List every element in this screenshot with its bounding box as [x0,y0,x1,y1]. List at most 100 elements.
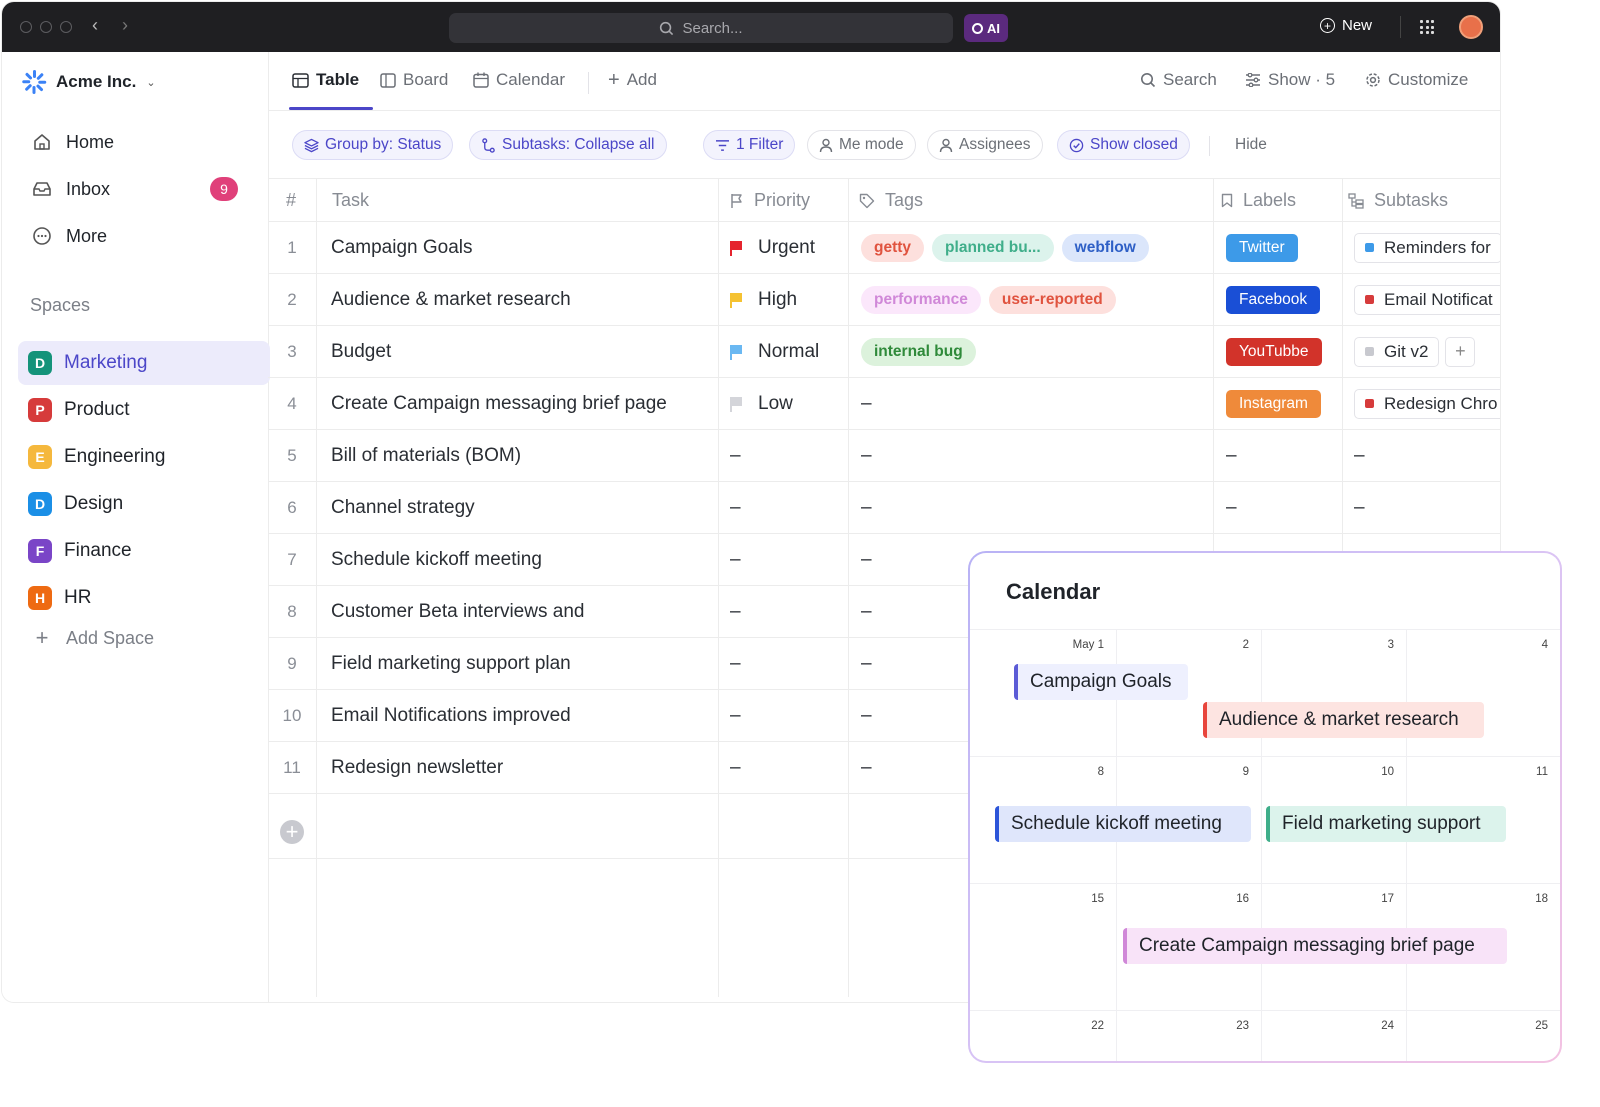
tag-pill[interactable]: user-reported [988,285,1116,314]
subtask-chip[interactable]: Reminders for [1354,232,1500,263]
tag-pill[interactable]: performance [861,285,981,314]
space-item-product[interactable]: P Product [18,388,270,432]
subtask-chip[interactable]: Email Notificat [1354,284,1500,315]
task-name[interactable]: Schedule kickoff meeting [331,533,542,586]
tags-empty[interactable]: – [861,689,872,742]
tab-calendar[interactable]: Calendar [473,70,565,90]
show-columns-button[interactable]: Show · 5 [1245,70,1335,90]
subtask-chip[interactable]: Git v2 [1354,336,1440,367]
calendar-event[interactable]: Schedule kickoff meeting [995,806,1251,842]
labels-empty[interactable]: – [1226,429,1237,482]
nav-more[interactable]: More [22,217,252,255]
subtasks-cell[interactable]: Reminders for [1354,221,1500,274]
table-row[interactable]: 4 Create Campaign messaging brief page Low… [268,377,1500,430]
tags-cell[interactable]: internal bug [861,325,984,378]
table-row[interactable]: 3 Budget Normal internal bug YouTubbe Git v2 + [268,325,1500,378]
subtasks-cell[interactable]: Email Notificat [1354,273,1500,326]
space-item-marketing[interactable]: D Marketing [18,341,270,385]
back-arrow-icon[interactable]: ‹ [92,15,98,36]
labels-empty[interactable]: – [1226,481,1237,534]
table-row[interactable]: 2 Audience & market research High performan… [268,273,1500,326]
add-circle-icon[interactable]: + [280,819,304,844]
tab-board[interactable]: Board [380,70,448,90]
group-by-chip[interactable]: Group by: Status [292,130,454,160]
task-name[interactable]: Channel strategy [331,481,475,534]
apps-grid-icon[interactable] [1420,20,1434,34]
nav-home[interactable]: Home [22,123,252,161]
tag-pill[interactable]: webflow [1061,233,1149,262]
tags-empty[interactable]: – [861,377,872,430]
workspace-switcher[interactable]: Acme Inc. ⌄ [22,70,156,94]
priority-empty[interactable]: – [730,481,741,534]
user-avatar[interactable] [1459,15,1483,39]
tags-empty[interactable]: – [861,637,872,690]
filter-chip[interactable]: 1 Filter [703,130,796,160]
col-header-labels[interactable]: Labels [1221,190,1296,211]
table-search-button[interactable]: Search [1140,70,1217,90]
subtasks-empty[interactable]: – [1354,429,1365,482]
calendar-event[interactable]: Campaign Goals [1014,664,1188,700]
show-closed-chip[interactable]: Show closed [1057,130,1190,160]
ai-button[interactable]: AI [964,14,1008,42]
add-view-button[interactable]: + Add [608,70,657,90]
task-name[interactable]: Email Notifications improved [331,689,571,742]
col-header-subtasks[interactable]: Subtasks [1348,190,1448,211]
window-minimize-button[interactable] [40,21,52,33]
subtasks-chip[interactable]: Subtasks: Collapse all [469,130,667,160]
space-item-design[interactable]: D Design [18,482,270,526]
add-subtask-button[interactable]: + [1445,336,1476,367]
table-row[interactable]: 6 Channel strategy – – – – [268,481,1500,534]
priority-empty[interactable]: – [730,741,741,794]
task-name[interactable]: Budget [331,325,391,378]
subtasks-cell[interactable]: Redesign Chro [1354,377,1500,430]
col-header-priority[interactable]: Priority [730,190,810,211]
tag-pill[interactable]: internal bug [861,337,976,366]
priority-cell[interactable]: Low [730,377,793,430]
priority-cell[interactable]: Urgent [730,221,815,274]
task-name[interactable]: Audience & market research [331,273,571,326]
labels-cell[interactable]: YouTubbe [1226,325,1322,378]
window-maximize-button[interactable] [60,21,72,33]
customize-button[interactable]: Customize [1365,70,1468,90]
tags-empty[interactable]: – [861,741,872,794]
tag-pill[interactable]: planned bu... [932,233,1054,262]
forward-arrow-icon[interactable]: › [122,15,128,36]
priority-cell[interactable]: High [730,273,797,326]
nav-inbox[interactable]: Inbox 9 [22,170,252,208]
task-name[interactable]: Bill of materials (BOM) [331,429,521,482]
tags-empty[interactable]: – [861,585,872,638]
task-name[interactable]: Customer Beta interviews and [331,585,584,638]
subtasks-cell[interactable]: Git v2 + [1354,325,1476,378]
calendar-event[interactable]: Create Campaign messaging brief page [1123,928,1507,964]
task-name[interactable]: Campaign Goals [331,221,473,274]
add-space-button[interactable]: + Add Space [22,619,252,657]
tags-empty[interactable]: – [861,481,872,534]
tag-pill[interactable]: getty [861,233,925,262]
table-row[interactable]: 5 Bill of materials (BOM) – – – – [268,429,1500,482]
space-item-engineering[interactable]: E Engineering [18,435,270,479]
window-close-button[interactable] [20,21,32,33]
space-item-hr[interactable]: H HR [18,576,270,620]
new-button[interactable]: + New [1320,17,1372,34]
priority-empty[interactable]: – [730,533,741,586]
priority-empty[interactable]: – [730,585,741,638]
priority-cell[interactable]: Normal [730,325,819,378]
tags-cell[interactable]: getty planned bu... webflow [861,221,1157,274]
tags-cell[interactable]: performance user-reported [861,273,1124,326]
col-header-tags[interactable]: Tags [859,190,923,211]
global-search-input[interactable]: Search... [449,13,953,43]
space-item-finance[interactable]: F Finance [18,529,270,573]
task-name[interactable]: Create Campaign messaging brief page [331,377,667,430]
priority-empty[interactable]: – [730,689,741,742]
labels-cell[interactable]: Twitter [1226,221,1298,274]
tags-empty[interactable]: – [861,533,872,586]
hide-button[interactable]: Hide [1223,130,1279,160]
priority-empty[interactable]: – [730,637,741,690]
subtask-chip[interactable]: Redesign Chro [1354,388,1500,419]
task-name[interactable]: Redesign newsletter [331,741,503,794]
labels-cell[interactable]: Instagram [1226,377,1321,430]
tab-table[interactable]: Table [292,70,359,90]
task-name[interactable]: Field marketing support plan [331,637,571,690]
tags-empty[interactable]: – [861,429,872,482]
labels-cell[interactable]: Facebook [1226,273,1321,326]
